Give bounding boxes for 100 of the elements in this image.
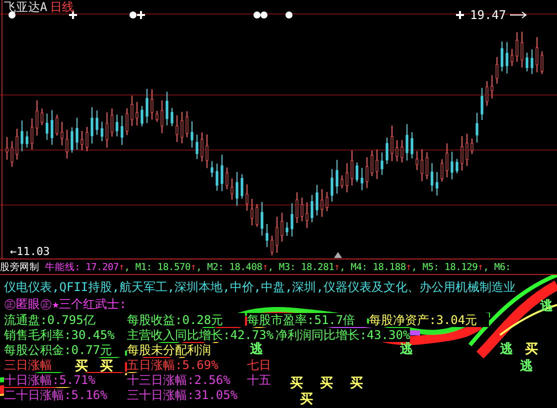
candlestick [66, 129, 68, 160]
separator: , [268, 262, 274, 274]
candlestick [350, 150, 354, 186]
candlestick [536, 36, 538, 73]
separator: , [124, 262, 131, 274]
candlestick [440, 158, 444, 182]
candlestick [530, 48, 534, 74]
candlestick [476, 112, 478, 144]
candlestick [206, 134, 208, 169]
separator: , [196, 262, 203, 274]
candlestick [110, 108, 114, 138]
high-price-label: 19.47 [470, 9, 506, 21]
candlestick [416, 150, 418, 171]
stat-text: 主营收入同比增长:42.73% [127, 328, 274, 342]
candlestick [456, 158, 458, 174]
candlestick [370, 150, 374, 177]
candlestick [460, 136, 464, 172]
candlestick [290, 202, 294, 237]
candlestick [16, 128, 18, 160]
candlestick [140, 105, 144, 127]
candlestick [216, 163, 218, 192]
candlestick [406, 124, 408, 162]
candlestick [30, 118, 34, 150]
candlestick [180, 111, 184, 144]
candlestick [176, 114, 178, 143]
buy-signal: 买 [300, 393, 313, 407]
candlestick [56, 114, 58, 136]
candlestick [276, 216, 278, 254]
candlestick [510, 48, 514, 67]
indicator-label: M1: [135, 262, 152, 274]
candlestick [346, 162, 348, 193]
candlestick [326, 192, 328, 212]
stock-name: 飞亚达A [4, 0, 48, 14]
candlestick [116, 114, 118, 137]
candlestick [86, 126, 88, 152]
candlestick [450, 151, 454, 180]
indicator-source: 股旁网制 [0, 262, 40, 274]
period-label: 日线 [50, 0, 74, 14]
candlestick [376, 149, 378, 180]
candlestick [250, 198, 254, 226]
candlestick [80, 130, 84, 151]
candlestick [516, 32, 518, 62]
indicator-label: M2: [207, 262, 224, 274]
candlestick [36, 100, 38, 136]
candlestick [316, 184, 318, 216]
buy-signal: 买 [290, 377, 303, 391]
sector-tags: 仪电仪表,QFII持股,航天军工,深圳本地,中价,中盘,深圳,仪器仪表及文化、办公用机械制造业 [4, 279, 516, 295]
buy-signal: 买 [525, 343, 538, 357]
stat-text: 每股市盈率:51.7倍 [247, 313, 367, 327]
stat-text: 净利润同比增长:43.30% [276, 328, 410, 342]
buy-signal: 买 [100, 360, 113, 374]
candlestick [136, 101, 138, 126]
low-price-label: ←11.03 [10, 246, 50, 258]
candlestick [10, 140, 14, 168]
buy-signal: 买 [350, 377, 363, 391]
candlestick [286, 222, 288, 236]
candlestick [76, 117, 78, 150]
candlestick [170, 107, 174, 127]
candlestick [156, 110, 158, 122]
escape-signal: 逃 [520, 360, 533, 374]
candlestick [230, 178, 234, 200]
separator: , [483, 262, 490, 274]
candlestick [400, 140, 404, 164]
candlestick [310, 194, 314, 223]
candlestick [380, 152, 384, 176]
candlestick [336, 159, 338, 194]
indicator-value: 18.129 [444, 262, 478, 274]
candlestick [46, 113, 48, 140]
candlestick [390, 125, 394, 162]
escape-signal: 逃 [250, 343, 263, 357]
separator: , [340, 262, 346, 274]
indicator-value: 18.408 [228, 262, 262, 274]
candlestick [100, 121, 104, 142]
triangle-marker-icon [334, 252, 342, 258]
candlestick [330, 168, 334, 202]
indicator-value: 18.281 [300, 262, 334, 274]
candlestick [490, 74, 494, 99]
candlestick [20, 120, 24, 152]
candlestick [130, 95, 134, 126]
candlestick [306, 202, 308, 229]
candlestick [360, 167, 364, 191]
pattern-label: ㊣匿眼㊣★三个红武士: [4, 296, 126, 312]
candlestick [26, 130, 28, 148]
indicator-value: 18.570 [156, 262, 191, 274]
stat-text: 每股净资产:3.04元 [369, 313, 489, 327]
candlestick [40, 108, 44, 126]
candlestick [540, 50, 544, 74]
candlestick [166, 91, 168, 126]
candlestick [246, 184, 248, 212]
candlestick [106, 112, 108, 148]
candlestick [496, 56, 498, 84]
indicator-value: 18.188 [372, 262, 406, 274]
candlestick [470, 138, 474, 155]
candlestick [96, 110, 98, 136]
candlestick [256, 204, 258, 228]
candlestick [446, 142, 448, 178]
trend-arrow: ↑ [262, 262, 268, 274]
arrow-icon [510, 12, 527, 18]
candlestick [436, 171, 438, 196]
candlestick [466, 133, 468, 167]
